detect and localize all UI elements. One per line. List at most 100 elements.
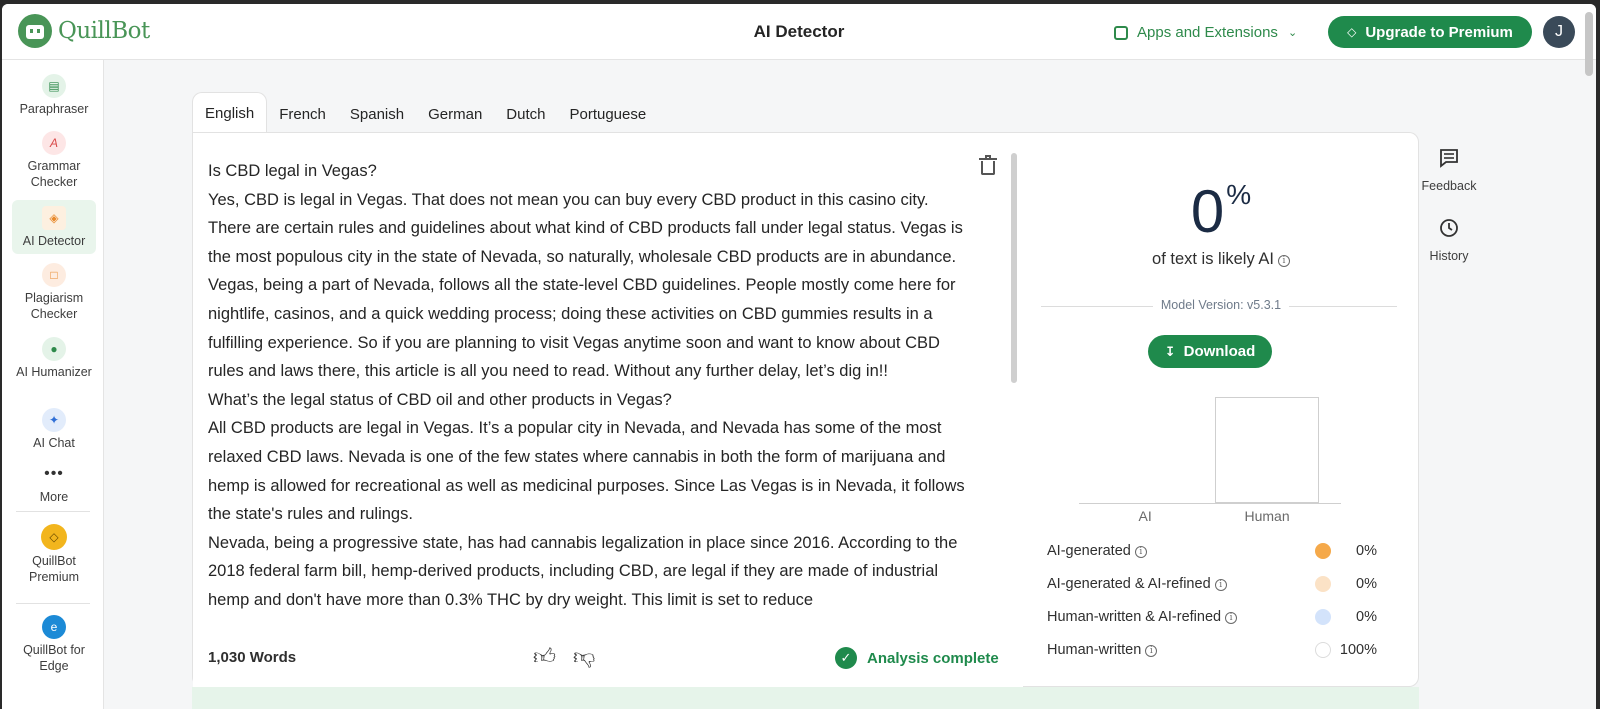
download-label: Download [1183, 343, 1256, 360]
language-tabs: English French Spanish German Dutch Port… [192, 92, 658, 134]
paraphraser-icon: ▤ [42, 74, 66, 98]
text-paragraph: Is CBD legal in Vegas? [208, 162, 377, 180]
ai-chat-icon: ✦ [42, 408, 66, 432]
apps-label: Apps and Extensions [1137, 24, 1278, 41]
ai-detector-icon: ◈ [42, 206, 66, 230]
legend-label: Human-written & AI-refined [1047, 609, 1222, 625]
sidebar-item-ai-chat[interactable]: ✦ AI Chat [12, 408, 96, 456]
sidebar-item-plagiarism-checker[interactable]: □ Plagiarism Checker [12, 263, 96, 329]
trash-icon[interactable] [979, 155, 997, 175]
more-dots-icon: ••• [44, 465, 64, 482]
legend-row-human-written-ai-refined: Human-written & AI-refined i 0% [1047, 609, 1377, 625]
tab-german[interactable]: German [416, 94, 494, 134]
sidebar-item-quillbot-premium[interactable]: ◇ QuillBot Premium [12, 524, 96, 588]
left-sidebar: ▤ Paraphraser A Grammar Checker ◈ AI Det… [2, 60, 104, 709]
legend-row-ai-generated-ai-refined: AI-generated & AI-refined i 0% [1047, 576, 1377, 592]
info-icon[interactable]: i [1134, 546, 1147, 558]
feedback-label: Feedback [1421, 179, 1477, 193]
chevron-down-icon: ⌄ [1287, 27, 1298, 39]
legend-percent: 0% [1356, 609, 1377, 625]
humanizer-icon: ● [42, 337, 66, 361]
feedback-icon [1440, 149, 1458, 168]
sidebar-item-grammar-checker[interactable]: A Grammar Checker [12, 131, 96, 197]
sidebar-item-quillbot-for-edge[interactable]: e QuillBot for Edge [12, 615, 96, 681]
editor-scrollbar[interactable] [1011, 153, 1017, 383]
app-window: QuillBot AI Detector Apps and Extensions… [2, 4, 1596, 709]
history-icon [1440, 219, 1458, 237]
results-panel: 0% of text is likely AI i Model Version: … [1023, 132, 1419, 687]
diamond-icon: ◇ [1347, 25, 1357, 39]
sidebar-item-more[interactable]: ••• More [12, 462, 96, 506]
legend-dot [1315, 609, 1331, 625]
info-icon[interactable]: i [1277, 255, 1290, 267]
upgrade-premium-button[interactable]: ◇ Upgrade to Premium [1328, 16, 1532, 48]
tab-french[interactable]: French [267, 94, 338, 134]
sidebar-item-label: AI Humanizer [16, 365, 92, 379]
feedback-button[interactable]: Feedback [1414, 148, 1484, 193]
legend-percent: 0% [1356, 576, 1377, 592]
top-header: QuillBot AI Detector Apps and Extensions… [2, 4, 1596, 60]
sidebar-item-label: Plagiarism Checker [24, 291, 84, 321]
sidebar-item-ai-humanizer[interactable]: ● AI Humanizer [12, 337, 96, 403]
chart-x-tick-label: Human [1244, 508, 1290, 524]
legend-dot [1315, 543, 1331, 559]
sidebar-item-label: AI Chat [33, 436, 75, 450]
sidebar-item-label: QuillBot Premium [28, 554, 79, 584]
legend-percent: 100% [1339, 642, 1377, 658]
info-icon[interactable]: i [1145, 645, 1158, 657]
text-input-area[interactable]: Is CBD legal in Vegas? Yes, CBD is legal… [208, 157, 968, 622]
legend-row-ai-generated: AI-generated i 0% [1047, 543, 1377, 559]
chart-x-axis [1079, 503, 1341, 504]
chart-bar-human [1215, 397, 1319, 503]
text-editor-panel: Is CBD legal in Vegas? Yes, CBD is legal… [192, 132, 1024, 687]
sidebar-item-label: More [39, 490, 69, 504]
legend-label: Human-written [1047, 642, 1142, 658]
sidebar-item-label: Paraphraser [19, 102, 89, 116]
download-button[interactable]: ↧ Download [1148, 335, 1272, 368]
tab-spanish[interactable]: Spanish [338, 94, 416, 134]
tab-portuguese[interactable]: Portuguese [557, 94, 658, 134]
sidebar-item-ai-detector[interactable]: ◈ AI Detector [12, 200, 96, 254]
user-avatar[interactable]: J [1543, 16, 1575, 48]
legend-dot [1315, 576, 1331, 592]
text-paragraph: Yes, CBD is legal in Vegas. That does no… [208, 190, 963, 381]
page-scrollbar[interactable] [1585, 12, 1593, 76]
puzzle-icon [1114, 25, 1128, 40]
likely-ai-caption: of text is likely AI i [1023, 250, 1419, 269]
sidebar-divider [16, 603, 90, 604]
sidebar-item-label: Grammar Checker [27, 159, 81, 189]
bottom-banner-strip [192, 687, 1419, 709]
status-label: Analysis complete [867, 649, 999, 667]
edge-browser-icon: e [42, 615, 66, 639]
text-paragraph: Nevada, being a progressive state, has h… [208, 533, 958, 609]
sidebar-item-paraphraser[interactable]: ▤ Paraphraser [12, 74, 96, 122]
sidebar-item-label: AI Detector [22, 234, 86, 248]
legend-label: AI-generated & AI-refined [1047, 576, 1211, 592]
likely-ai-label: of text is likely AI [1152, 250, 1274, 268]
info-icon[interactable]: i [1225, 612, 1238, 624]
info-icon[interactable]: i [1214, 579, 1227, 591]
download-icon: ↧ [1164, 343, 1176, 359]
legend-row-human-written: Human-written i 100% [1047, 642, 1377, 658]
ai-percent-value: 0 [1190, 178, 1225, 245]
tab-english[interactable]: English [192, 92, 268, 134]
text-paragraph: All CBD products are legal in Vegas. It’… [208, 419, 965, 524]
percent-symbol: % [1226, 179, 1252, 210]
premium-label: Upgrade to Premium [1365, 23, 1513, 41]
check-circle-icon: ✓ [835, 647, 857, 669]
tab-dutch[interactable]: Dutch [494, 94, 557, 134]
history-button[interactable]: History [1414, 218, 1484, 263]
word-count: 1,030 Words [208, 649, 297, 666]
thumbs-down-icon[interactable]: 👎︎ [573, 643, 595, 670]
analysis-status: ✓ Analysis complete [835, 647, 999, 669]
legend-percent: 0% [1356, 543, 1377, 559]
grammar-icon: A [42, 131, 66, 155]
model-version: Model Version: v5.3.1 [1023, 298, 1419, 312]
premium-diamond-icon: ◇ [41, 524, 67, 550]
apps-and-extensions-menu[interactable]: Apps and Extensions ⌄ [1114, 24, 1297, 41]
thumbs-up-icon[interactable]: 👍︎ [533, 643, 556, 670]
legend-label: AI-generated [1047, 543, 1131, 559]
history-label: History [1429, 249, 1469, 263]
chart-x-tick-label: AI [1138, 508, 1152, 524]
editor-footer: 1,030 Words 👍︎ 👎︎ ✓ Analysis complete [193, 633, 1023, 687]
